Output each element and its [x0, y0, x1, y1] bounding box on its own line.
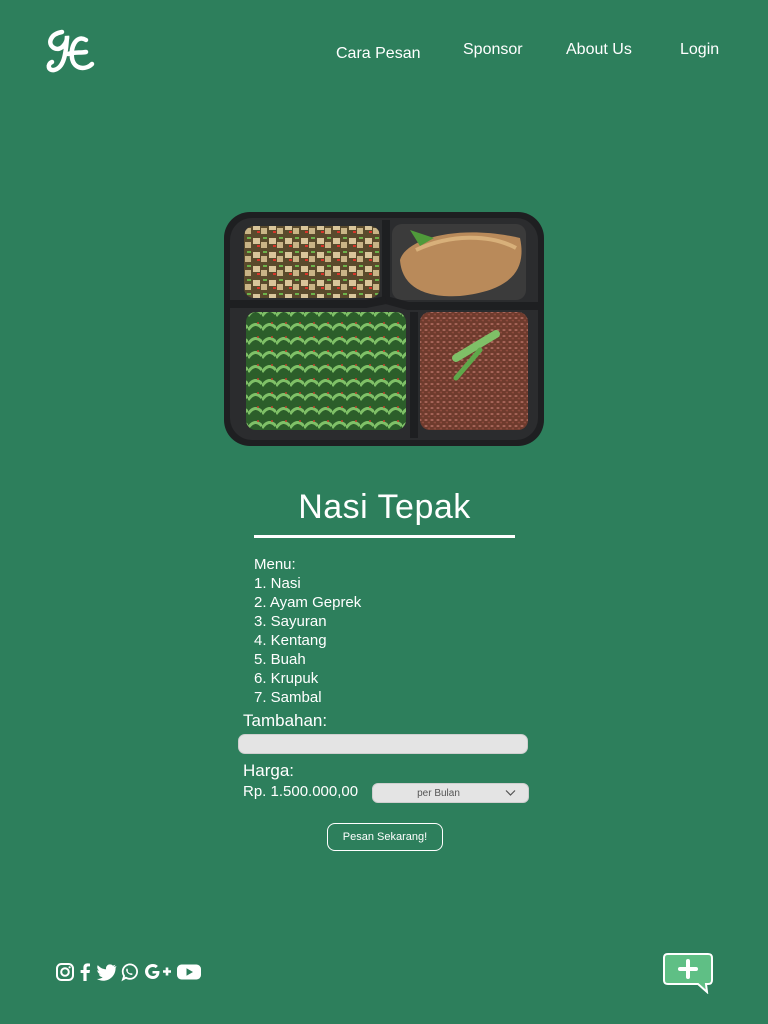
- product-image: [224, 212, 544, 446]
- extras-input[interactable]: [238, 734, 528, 754]
- instagram-icon[interactable]: [55, 961, 75, 983]
- period-select[interactable]: per Bulan: [372, 783, 529, 803]
- period-select-value: per Bulan: [417, 788, 460, 799]
- google-plus-icon[interactable]: [143, 961, 173, 983]
- social-links: [55, 961, 202, 983]
- product-title: Nasi Tepak: [298, 488, 471, 526]
- menu-item: 1. Nasi: [254, 575, 301, 592]
- nav-cara-pesan[interactable]: Cara Pesan: [336, 45, 421, 63]
- menu-item: 7. Sambal: [254, 689, 322, 706]
- extras-label: Tambahan:: [243, 711, 328, 730]
- menu-item: 4. Kentang: [254, 632, 327, 649]
- menu-list: Menu: 1. Nasi 2. Ayam Geprek 3. Sayuran …: [254, 555, 361, 707]
- menu-item: 3. Sayuran: [254, 613, 327, 630]
- chat-add-icon[interactable]: [662, 952, 714, 994]
- chevron-down-icon: [505, 790, 516, 796]
- menu-item: 6. Krupuk: [254, 670, 319, 687]
- nav-sponsor[interactable]: Sponsor: [463, 41, 523, 59]
- price-value: Rp. 1.500.000,00: [243, 783, 359, 800]
- menu-heading: Menu:: [254, 556, 296, 573]
- price-label: Harga:: [243, 761, 295, 780]
- whatsapp-icon[interactable]: [120, 961, 140, 983]
- nav-about-us[interactable]: About Us: [566, 41, 632, 59]
- menu-item: 2. Ayam Geprek: [254, 594, 362, 611]
- title-divider: [254, 535, 515, 538]
- twitter-icon[interactable]: [95, 961, 117, 983]
- nav-login[interactable]: Login: [680, 41, 719, 59]
- order-button[interactable]: Pesan Sekarang!: [327, 823, 443, 851]
- facebook-icon[interactable]: [78, 961, 92, 983]
- menu-item: 5. Buah: [254, 651, 306, 668]
- brand-logo[interactable]: [46, 28, 96, 74]
- youtube-icon[interactable]: [176, 961, 202, 983]
